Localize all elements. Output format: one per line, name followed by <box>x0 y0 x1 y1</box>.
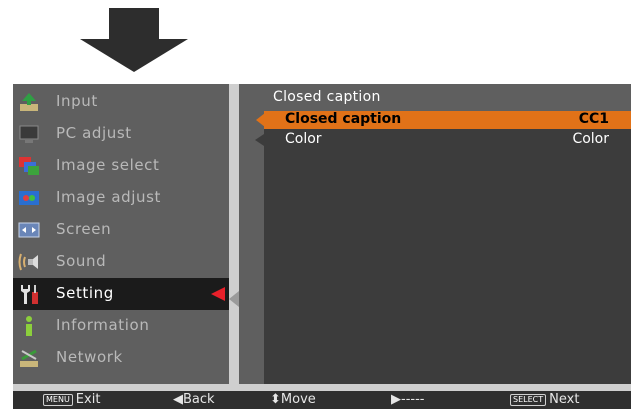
information-icon <box>26 316 32 336</box>
menu-item-label: Information <box>56 316 150 334</box>
option-label: Closed caption <box>285 111 402 127</box>
network-icon <box>20 349 38 367</box>
guide-bar: MENU Exit ◀Back ⬍Move ▶----- SELECT Next <box>13 391 631 409</box>
menu-item-label: Image adjust <box>56 188 162 206</box>
menu-item-label: Setting <box>56 284 114 302</box>
image-adjust-icon <box>19 191 39 205</box>
setting-icon <box>21 285 38 304</box>
guide-back[interactable]: ◀Back <box>173 392 215 407</box>
guide-move: ⬍Move <box>270 392 316 407</box>
guide-next[interactable]: SELECT Next <box>510 392 579 407</box>
menu-item-label: Input <box>56 92 98 110</box>
submenu-body <box>264 111 631 384</box>
option-label: Color <box>285 131 322 147</box>
menu-item-label: Network <box>56 348 123 366</box>
submenu-title: Closed caption <box>273 89 381 105</box>
menu-item-label: Image select <box>56 156 160 174</box>
menu-item-label: Screen <box>56 220 112 238</box>
down-arrow-icon <box>80 8 188 72</box>
option-value: CC1 <box>578 111 609 127</box>
menu-item-network[interactable]: Network <box>13 342 229 374</box>
menu-key-icon: MENU <box>43 393 73 406</box>
menu-item-sound[interactable]: Sound <box>13 246 229 278</box>
guide-exit[interactable]: MENU Exit <box>43 392 100 407</box>
menu-item-screen[interactable]: Screen <box>13 214 229 246</box>
menu-item-label: Sound <box>56 252 107 270</box>
option-value: Color <box>572 131 609 147</box>
guide-exit-label: Exit <box>75 392 101 407</box>
main-menu: Input PC adjust Image select Image adjus… <box>13 84 229 384</box>
menu-item-label: PC adjust <box>56 124 132 142</box>
submenu-connector-icon <box>255 134 264 146</box>
option-row-closed-caption[interactable]: Closed caption CC1 <box>264 111 631 129</box>
pc-adjust-icon <box>19 125 39 143</box>
input-icon <box>20 93 38 111</box>
option-row-color[interactable]: Color Color <box>264 131 631 149</box>
screen-icon <box>18 222 40 238</box>
sound-icon <box>18 253 38 271</box>
selection-pointer-icon <box>211 287 225 301</box>
menu-item-setting[interactable]: Setting <box>13 278 229 310</box>
row-pointer-icon <box>256 113 265 127</box>
image-select-icon <box>19 157 39 175</box>
select-key-icon: SELECT <box>510 393 547 406</box>
menu-item-image-adjust[interactable]: Image adjust <box>13 182 229 214</box>
menu-item-information[interactable]: Information <box>13 310 229 342</box>
menu-connector-icon <box>229 291 239 307</box>
guide-right: ▶----- <box>391 392 425 407</box>
menu-item-pc-adjust[interactable]: PC adjust <box>13 118 229 150</box>
menu-item-image-select[interactable]: Image select <box>13 150 229 182</box>
menu-item-input[interactable]: Input <box>13 86 229 118</box>
guide-next-label: Next <box>549 392 580 407</box>
